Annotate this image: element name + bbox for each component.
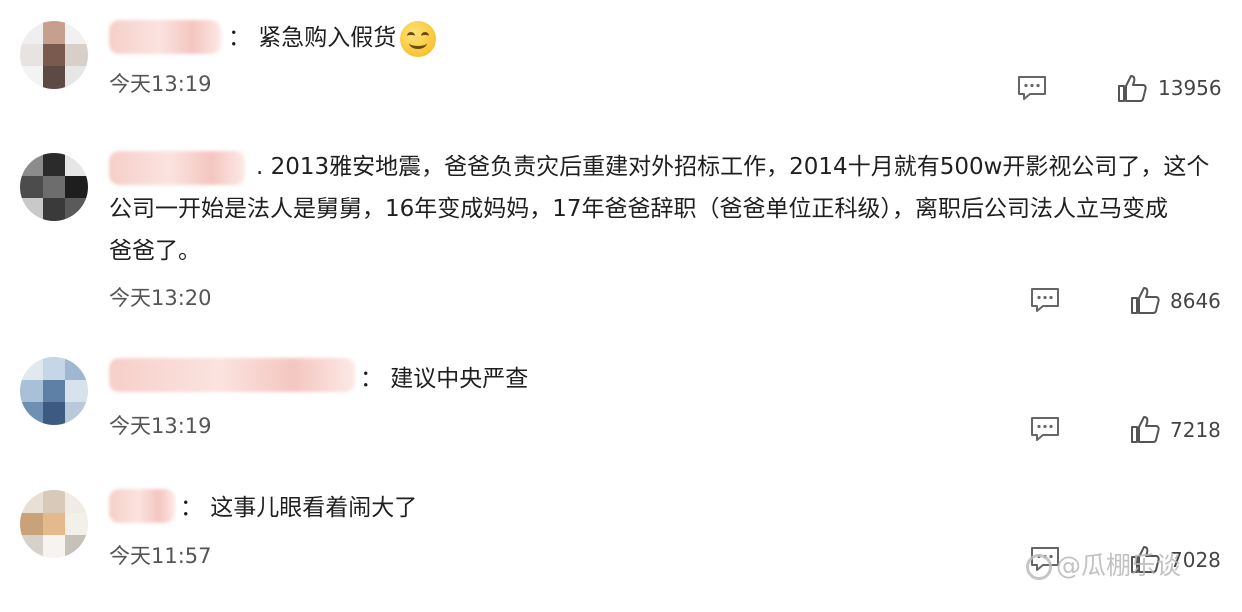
comment-text: ： 这事儿眼看着闹大了 [180,495,418,521]
reply-icon[interactable] [1030,287,1060,313]
comment-time: 今天13:19 [109,414,212,438]
thumbs-up-icon[interactable] [1130,285,1160,315]
comment-time: 今天11:57 [109,544,212,568]
like-count: 13956 [1158,76,1222,100]
watermark: @瓜棚乐谈 [1026,546,1181,582]
comment-time: 今天13:19 [109,72,212,96]
comment-text: ： 建议中央严查 [360,366,529,392]
avatar[interactable] [20,153,88,221]
avatar[interactable] [20,490,88,558]
comment-time: 今天13:20 [109,286,212,310]
like-count: 7218 [1170,418,1221,442]
avatar[interactable] [20,357,88,425]
avatar[interactable] [20,21,88,89]
comment-text: ： 紧急购入假货 [228,17,437,59]
reply-icon[interactable] [1030,416,1060,442]
like-count: 8646 [1170,289,1221,313]
reply-icon[interactable] [1017,75,1047,101]
thumbs-up-icon[interactable] [1117,73,1147,103]
watermark-text: @瓜棚乐谈 [1056,551,1182,580]
username-blurred[interactable] [109,20,221,54]
username-blurred[interactable] [109,358,355,392]
comment-text: . 2013雅安地震，爸爸负责灾后重建对外招标工作，2014十月就有500w开影… [109,154,1210,264]
watermark-logo-icon [1026,554,1052,580]
username-blurred[interactable] [109,489,175,523]
thumbs-up-icon[interactable] [1130,414,1160,444]
smile-emoji-icon [400,20,437,57]
